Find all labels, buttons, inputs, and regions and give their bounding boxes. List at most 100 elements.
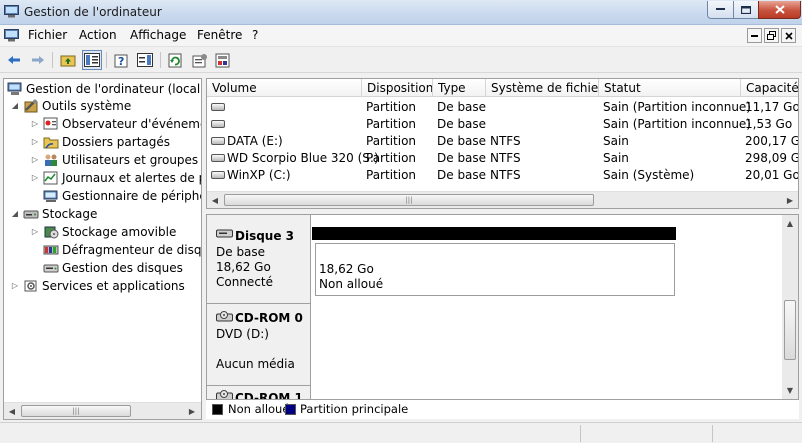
scrollbar-thumb[interactable] xyxy=(784,300,796,360)
menu-fichier[interactable]: Fichier xyxy=(26,28,69,42)
tree-item-services-applications[interactable]: Services et applications xyxy=(23,277,185,295)
capacity-cell: 11,17 Go xyxy=(745,100,799,114)
partition-label: Non alloué xyxy=(319,277,384,291)
scroll-right-icon[interactable]: ▶ xyxy=(184,403,200,419)
tree-item-removable-storage[interactable]: Stockage amovible xyxy=(43,223,176,241)
disk-info-disk3[interactable]: Disque 3 De base 18,62 Go Connecté xyxy=(207,215,311,304)
table-row[interactable]: Partition De base Sain (Partition inconn… xyxy=(207,116,798,133)
menu-action[interactable]: Action xyxy=(77,28,119,42)
volume-cell xyxy=(211,117,227,131)
computer-management-icon xyxy=(4,29,19,42)
child-restore-button[interactable] xyxy=(764,28,779,43)
settings-button[interactable] xyxy=(213,50,233,70)
legend-primary: Partition principale xyxy=(300,402,409,416)
expand-icon[interactable]: ▷ xyxy=(10,281,20,290)
filesystem-cell: NTFS xyxy=(490,168,521,182)
expand-icon[interactable]: ▷ xyxy=(30,155,40,164)
svg-text:?: ? xyxy=(118,55,124,68)
minimize-button[interactable] xyxy=(707,1,734,19)
system-tools-icon xyxy=(24,99,38,113)
scroll-up-icon[interactable]: ▲ xyxy=(782,215,798,231)
tree-item-event-viewer[interactable]: Observateur d'événements xyxy=(43,115,201,133)
tree-item-local-users-groups[interactable]: Utilisateurs et groupes locaux xyxy=(43,151,201,169)
folder-up-icon xyxy=(60,55,76,67)
expand-icon[interactable]: ▷ xyxy=(30,119,40,128)
child-close-button[interactable] xyxy=(781,28,796,43)
disk-info-cdrom0[interactable]: CD-ROM 0 DVD (D:) Aucun média xyxy=(207,304,311,386)
table-row[interactable]: WD Scorpio Blue 320 (S:) Partition De ba… xyxy=(207,150,798,167)
properties-button[interactable] xyxy=(190,50,210,70)
scrollbar-thumb[interactable]: ||| xyxy=(224,194,594,206)
capacity-cell: 1,53 Go xyxy=(745,117,793,131)
scroll-right-icon[interactable]: ▶ xyxy=(782,192,798,208)
tree-item-computer-management[interactable]: Gestion de l'ordinateur (local) xyxy=(7,80,202,98)
drive-icon xyxy=(211,153,225,162)
column-header-status[interactable]: Statut xyxy=(599,79,741,97)
capacity-cell: 20,01 Go xyxy=(745,168,799,182)
tree-item-storage[interactable]: Stockage xyxy=(23,205,97,223)
tree-horizontal-scrollbar[interactable]: ◀ ||| ▶ xyxy=(4,402,201,419)
forward-button[interactable] xyxy=(28,50,48,70)
column-header-type[interactable]: Type xyxy=(433,79,486,97)
disk-state: Connecté xyxy=(216,275,273,289)
unallocated-region[interactable]: 18,62 Go Non alloué xyxy=(315,243,675,296)
tree-item-label: Gestion de l'ordinateur (local) xyxy=(26,82,202,96)
refresh-button[interactable] xyxy=(166,50,186,70)
up-level-button[interactable] xyxy=(58,50,78,70)
disk-settings-icon xyxy=(215,53,230,67)
expand-icon[interactable]: ▷ xyxy=(30,227,40,236)
menu-fenetre[interactable]: Fenêtre xyxy=(195,28,244,42)
column-header-disposition[interactable]: Disposition xyxy=(362,79,433,97)
tree-item-disk-management[interactable]: Gestion des disques xyxy=(43,259,183,277)
help-button[interactable]: ? xyxy=(112,50,132,70)
table-row[interactable]: Partition De base Sain (Partition inconn… xyxy=(207,99,799,116)
table-row[interactable]: DATA (E:) Partition De base NTFS Sain 20… xyxy=(207,133,798,150)
title-bar[interactable]: Gestion de l'ordinateur xyxy=(0,0,802,25)
status-panel xyxy=(580,425,710,442)
restore-icon xyxy=(767,31,776,40)
maximize-icon xyxy=(741,5,751,14)
menu-aide[interactable]: ? xyxy=(250,28,260,42)
menu-bar: Fichier Action Affichage Fenêtre ? xyxy=(0,25,802,47)
tree-item-label: Stockage xyxy=(42,207,98,221)
disk-state: Aucun média xyxy=(216,357,295,371)
column-header-capacity[interactable]: Capacité xyxy=(741,79,798,97)
disposition-cell: Partition xyxy=(366,134,417,148)
scroll-left-icon[interactable]: ◀ xyxy=(207,192,223,208)
tree-item-shared-folders[interactable]: Dossiers partagés xyxy=(43,133,170,151)
tree-item-label: Gestion des disques xyxy=(62,261,183,275)
tree-item-system-tools[interactable]: Outils système xyxy=(23,97,131,115)
tree-item-disk-defragmenter[interactable]: Défragmenteur de disque xyxy=(43,241,201,259)
tree-item-label: Observateur d'événements xyxy=(62,117,201,131)
volume-cell: WinXP (C:) xyxy=(211,168,291,182)
disk-management-icon xyxy=(43,264,59,273)
volume-horizontal-scrollbar[interactable]: ◀ ||| ▶ xyxy=(207,191,798,208)
scroll-down-icon[interactable]: ▼ xyxy=(782,382,798,398)
menu-affichage[interactable]: Affichage xyxy=(128,28,188,42)
back-button[interactable] xyxy=(4,50,24,70)
disk-vertical-scrollbar[interactable]: ▲ ▼ xyxy=(782,215,798,399)
status-cell: Sain xyxy=(603,151,629,165)
performance-logs-icon xyxy=(43,171,58,185)
expand-icon[interactable]: ▷ xyxy=(30,137,40,146)
expand-icon[interactable]: ▷ xyxy=(30,173,40,182)
close-button[interactable] xyxy=(758,1,801,19)
collapse-icon[interactable]: ◢ xyxy=(10,209,20,218)
maximize-button[interactable] xyxy=(733,1,759,19)
disk-icon xyxy=(216,229,233,238)
users-groups-icon xyxy=(45,154,57,166)
table-row[interactable]: WinXP (C:) Partition De base NTFS Sain (… xyxy=(207,167,799,184)
disk-name: CD-ROM 0 xyxy=(235,311,303,325)
tree-item-device-manager[interactable]: Gestionnaire de périphériques xyxy=(43,187,201,205)
drive-icon xyxy=(211,136,225,145)
column-header-filesystem[interactable]: Système de fichiers xyxy=(486,79,599,97)
show-action-pane-button[interactable] xyxy=(135,50,155,70)
show-hide-tree-button[interactable] xyxy=(82,50,102,70)
tree-item-label: Stockage amovible xyxy=(62,225,177,239)
scroll-left-icon[interactable]: ◀ xyxy=(4,403,20,419)
scrollbar-thumb[interactable]: ||| xyxy=(21,405,131,417)
column-header-volume[interactable]: Volume xyxy=(207,79,362,97)
tree-item-performance-logs[interactable]: Journaux et alertes de performance xyxy=(43,169,201,187)
child-minimize-button[interactable] xyxy=(747,28,762,43)
collapse-icon[interactable]: ◢ xyxy=(10,101,20,110)
